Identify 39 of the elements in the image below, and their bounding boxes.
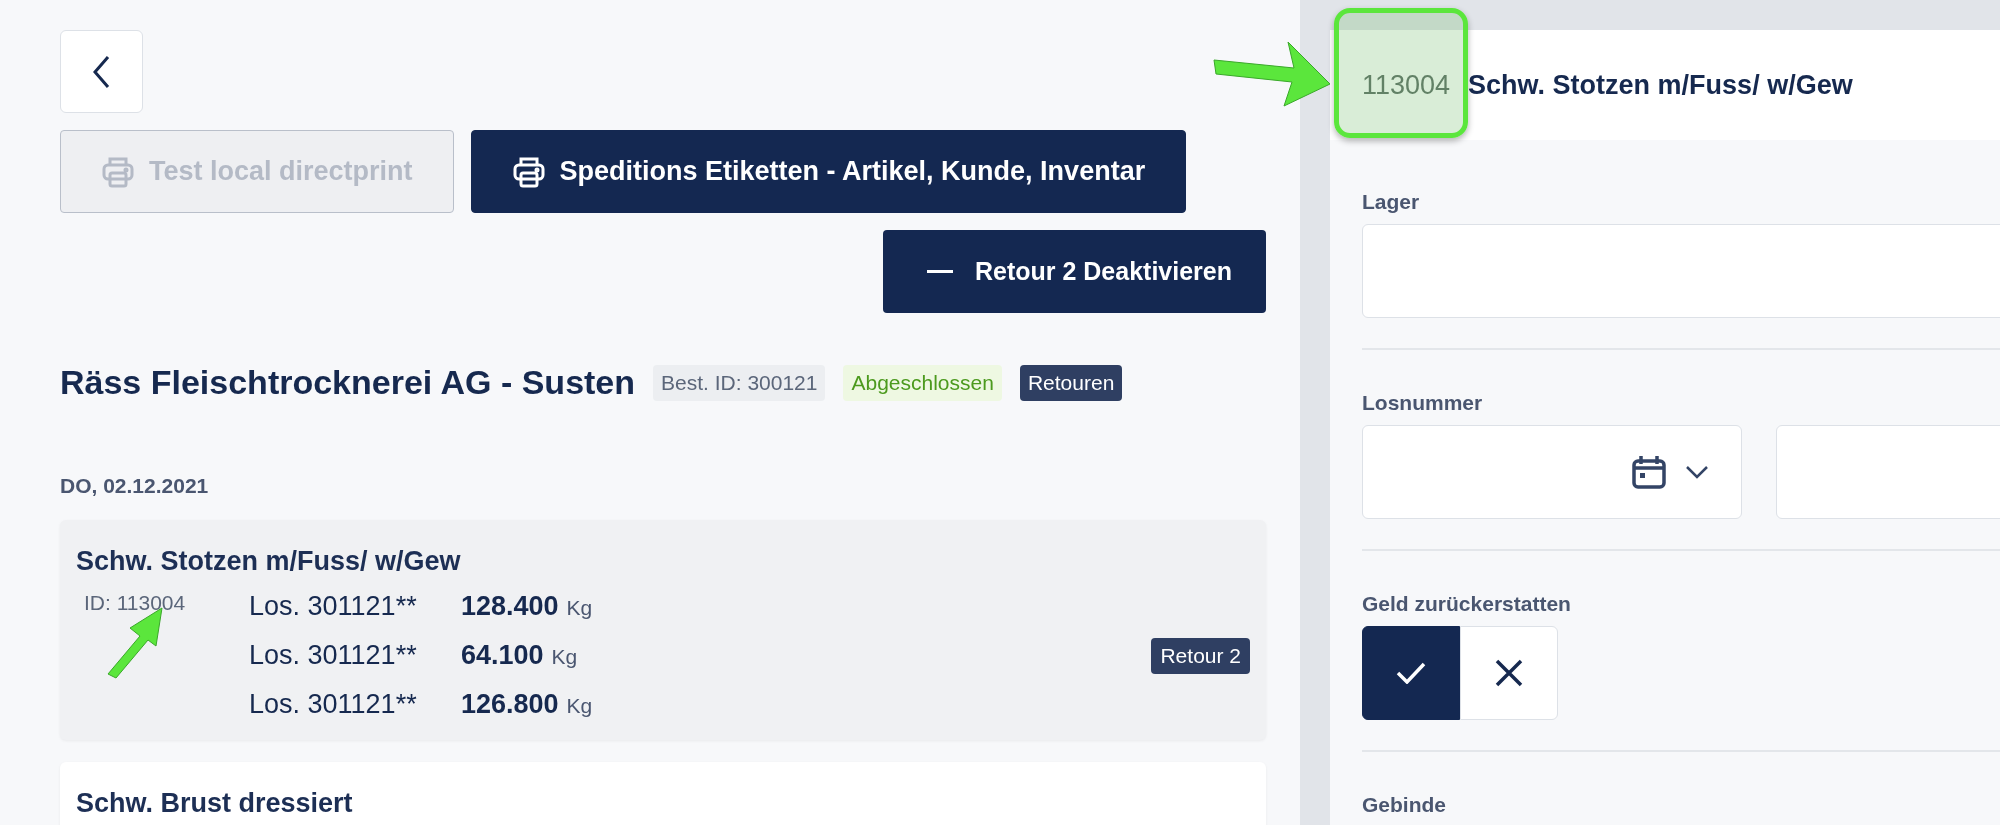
back-icon [91,54,112,89]
calendar-icon [1631,454,1667,490]
order-badge: Retouren [1019,364,1123,401]
lot-date-field[interactable] [1362,425,1742,519]
article-name: Schw. Stotzen m/Fuss/ w/Gew [76,546,462,577]
order-badge: Best. ID: 300121 [653,364,826,401]
field-label: Gebinde [1362,793,1447,817]
deactivate-button[interactable]: Retour 2 Deaktivieren [882,230,1266,313]
lot-number: Los. 301121** [249,689,418,720]
article-id: ID: 113004 [83,591,187,615]
check-icon [1396,662,1426,684]
lot-unit: Kg [566,596,593,620]
lot-number: Los. 301121** [249,591,418,622]
order-badge: Abgeschlossen [843,364,1002,401]
field-label: Losnummer [1362,391,1484,415]
article-number: 113004 [1362,69,1451,101]
article-card[interactable]: Schw. Brust dressiert [60,762,1266,825]
chevron-down-icon [1685,465,1709,479]
article-card[interactable]: Schw. Stotzen m/Fuss/ w/Gew ID: 113004 Los. 301121** 128.400 Kg Los. 301121** 64.100 Kg Los. 301121** 126.800 Kg Retour 2 [60,520,1266,740]
lot-number: Los. 301121** [249,640,418,671]
no-toggle[interactable] [1460,626,1558,720]
close-icon [1495,659,1523,687]
lot-unit: Kg [551,645,578,669]
article-name: Schw. Brust dressiert [76,788,354,819]
lot-amount: 126.800 [461,689,559,720]
field-label: Geld zurückerstatten [1362,592,1572,616]
customer-title: Räss Fleischtrocknerei AG - Susten [60,363,636,402]
article-title: Schw. Stotzen m/Fuss/ w/Gew [1468,69,1853,101]
field-label: Lager [1362,190,1421,214]
lot-amount: 64.100 [461,640,544,671]
date-heading: DO, 02.12.2021 [60,474,210,498]
minus-icon [926,269,953,274]
retour-badge: Retour 2 [1151,637,1250,674]
lot-amount: 128.400 [461,591,559,622]
print-button[interactable]: Speditions Etiketten - Artikel, Kunde, Inventar [470,130,1187,213]
storage-select[interactable] [1362,224,2000,318]
yes-toggle[interactable] [1362,626,1460,720]
lot-unit: Kg [566,694,593,718]
back-button[interactable] [60,30,143,113]
